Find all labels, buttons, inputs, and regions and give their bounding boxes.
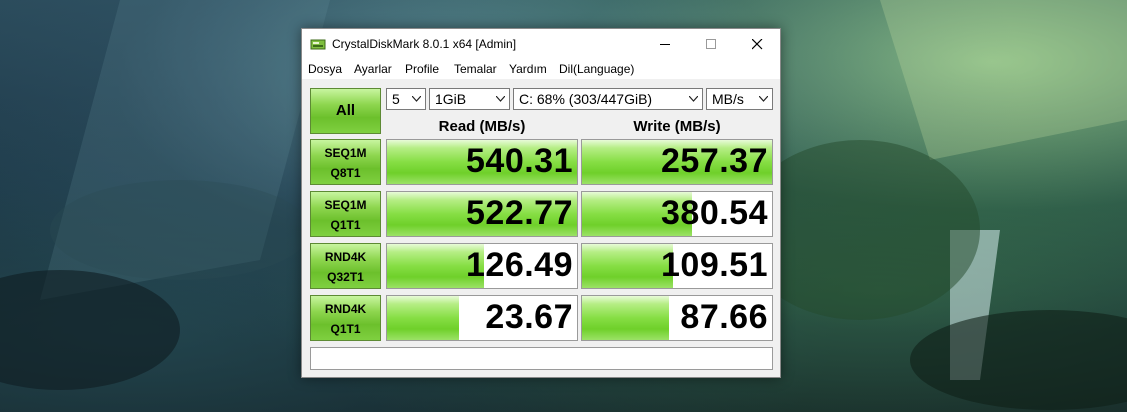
read-value: 522.77 xyxy=(466,194,573,232)
read-value: 23.67 xyxy=(485,298,573,336)
write-column-header: Write (MB/s) xyxy=(633,118,721,135)
menu-dosya[interactable]: Dosya xyxy=(308,62,342,76)
maximize-icon xyxy=(706,39,716,49)
chevron-down-icon xyxy=(412,96,421,102)
menu-language[interactable]: Dil(Language) xyxy=(559,62,634,76)
read-result-cell: 522.77 xyxy=(386,191,578,237)
write-result-cell: 109.51 xyxy=(581,243,773,289)
read-result-cell: 126.49 xyxy=(386,243,578,289)
test-name: RND4K xyxy=(324,302,367,316)
test-button-rnd4k-q32t1[interactable]: RND4K Q32T1 xyxy=(310,243,381,289)
title-bar[interactable]: CrystalDiskMark 8.0.1 x64 [Admin] xyxy=(302,29,780,59)
menu-bar: Dosya Ayarlar Profile Temalar Yardım Dil… xyxy=(302,59,780,79)
write-result-cell: 257.37 xyxy=(581,139,773,185)
menu-yardim[interactable]: Yardım xyxy=(509,62,547,76)
test-count-select[interactable]: 5 xyxy=(386,88,426,110)
chevron-down-icon xyxy=(689,96,698,102)
read-value: 126.49 xyxy=(466,246,573,284)
menu-ayarlar[interactable]: Ayarlar xyxy=(354,62,392,76)
test-params: Q1T1 xyxy=(330,218,361,232)
test-button-seq1m-q1t1[interactable]: SEQ1M Q1T1 xyxy=(310,191,381,237)
test-button-seq1m-q8t1[interactable]: SEQ1M Q8T1 xyxy=(310,139,381,185)
chevron-down-icon xyxy=(759,96,768,102)
read-value: 540.31 xyxy=(466,142,573,180)
test-size-select[interactable]: 1GiB xyxy=(429,88,510,110)
app-disk-icon xyxy=(310,39,326,50)
close-icon xyxy=(752,39,763,50)
unit-select[interactable]: MB/s xyxy=(706,88,773,110)
maximize-button[interactable] xyxy=(688,29,734,59)
unit-value: MB/s xyxy=(712,91,744,107)
write-result-cell: 87.66 xyxy=(581,295,773,341)
test-size-value: 1GiB xyxy=(435,91,467,107)
minimize-icon xyxy=(660,44,670,45)
write-progress-bar xyxy=(582,296,670,340)
write-value: 109.51 xyxy=(661,246,768,284)
menu-temalar[interactable]: Temalar xyxy=(454,62,497,76)
close-button[interactable] xyxy=(734,29,780,59)
read-progress-bar xyxy=(387,296,460,340)
test-button-rnd4k-q1t1[interactable]: RND4K Q1T1 xyxy=(310,295,381,341)
test-params: Q32T1 xyxy=(327,270,364,284)
read-result-cell: 540.31 xyxy=(386,139,578,185)
chevron-down-icon xyxy=(496,96,505,102)
write-result-cell: 380.54 xyxy=(581,191,773,237)
read-column-header: Read (MB/s) xyxy=(438,118,526,135)
status-comment-field[interactable] xyxy=(310,347,773,370)
test-name: SEQ1M xyxy=(324,146,367,160)
crystaldiskmark-window: CrystalDiskMark 8.0.1 x64 [Admin] Dosya … xyxy=(301,28,781,378)
write-value: 257.37 xyxy=(661,142,768,180)
test-params: Q8T1 xyxy=(330,166,361,180)
write-value: 87.66 xyxy=(680,298,768,336)
window-title: CrystalDiskMark 8.0.1 x64 [Admin] xyxy=(332,37,517,51)
benchmark-panel: All 5 1GiB C: 68% (303/447GiB) MB/s Read… xyxy=(302,80,780,377)
menu-profile[interactable]: Profile xyxy=(405,62,439,76)
run-all-button[interactable]: All xyxy=(310,88,381,134)
test-params: Q1T1 xyxy=(330,322,361,336)
read-result-cell: 23.67 xyxy=(386,295,578,341)
test-count-value: 5 xyxy=(392,91,400,107)
test-name: SEQ1M xyxy=(324,198,367,212)
drive-select[interactable]: C: 68% (303/447GiB) xyxy=(513,88,703,110)
minimize-button[interactable] xyxy=(642,29,688,59)
write-value: 380.54 xyxy=(661,194,768,232)
write-progress-bar xyxy=(582,244,674,288)
drive-value: C: 68% (303/447GiB) xyxy=(519,91,653,107)
test-name: RND4K xyxy=(324,250,367,264)
